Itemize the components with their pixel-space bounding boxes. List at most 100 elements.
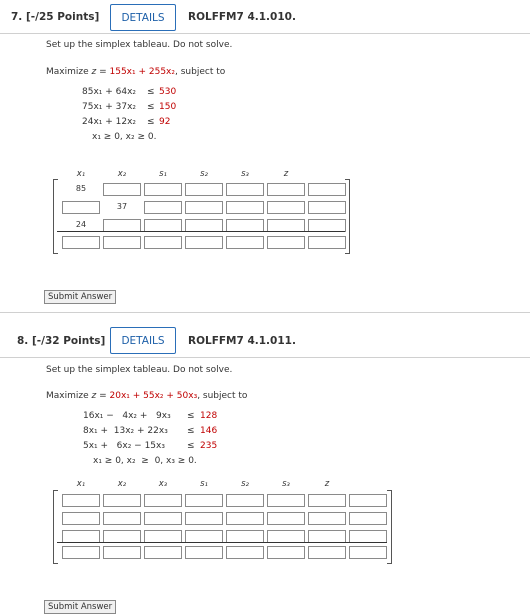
tableau-input[interactable] — [185, 512, 223, 525]
constraint-row: 5x₁ + 6x₂ − 15x₃ ≤235 — [83, 441, 283, 451]
tableau-input[interactable] — [62, 236, 100, 249]
tableau-input[interactable] — [144, 236, 182, 249]
matrix-bracket-left — [53, 179, 58, 254]
tableau-input[interactable] — [62, 512, 100, 525]
tableau-input[interactable] — [185, 546, 223, 559]
tableau-input[interactable] — [144, 512, 182, 525]
tableau-input[interactable] — [308, 494, 346, 507]
constraint-op: ≤ — [187, 426, 195, 436]
constraint-row: 24x₁ + 12x₂ ≤92 — [82, 117, 282, 127]
tableau-input[interactable] — [226, 494, 264, 507]
objective-line: Maximize z = 155x₁ + 255x₂, subject to — [46, 67, 225, 77]
matrix-bracket-left — [53, 490, 58, 564]
tableau-input[interactable] — [144, 546, 182, 559]
constraint-row: 85x₁ + 64x₂ ≤530 — [82, 87, 282, 97]
column-header: s₁ — [200, 479, 208, 489]
objective-suffix: , subject to — [197, 391, 248, 401]
column-header: s₃ — [241, 169, 249, 179]
tableau-input[interactable] — [267, 512, 305, 525]
tableau-input[interactable] — [103, 183, 141, 196]
tableau-input[interactable] — [185, 183, 223, 196]
tableau-input[interactable] — [185, 201, 223, 214]
tableau-input[interactable] — [267, 546, 305, 559]
tableau-input[interactable] — [144, 201, 182, 214]
constraint-row: 75x₁ + 37x₂ ≤150 — [82, 102, 282, 112]
tableau-input[interactable] — [144, 183, 182, 196]
submit-answer-button[interactable]: Submit Answer — [44, 290, 117, 304]
tableau-input[interactable] — [62, 546, 100, 559]
constraint-op: ≤ — [187, 441, 195, 451]
constraint-rhs: 146 — [200, 426, 218, 436]
constraint-rhs: 235 — [200, 441, 218, 451]
tableau-given-value: 24 — [75, 220, 87, 229]
objective-row-divider — [57, 542, 387, 543]
divider — [0, 357, 530, 358]
tableau-input[interactable] — [308, 546, 346, 559]
tableau-input[interactable] — [226, 512, 264, 525]
tableau-input[interactable] — [267, 236, 305, 249]
details-button[interactable]: DETAILS — [110, 327, 176, 354]
constraint-row: 16x₁ − 4x₂ + 9x₃ ≤128 — [83, 411, 283, 421]
tableau-input[interactable] — [226, 183, 264, 196]
objective-line: Maximize z = 20x₁ + 55x₂ + 50x₃, subject… — [46, 391, 247, 401]
constraint-lhs: 75x₁ + 37x₂ — [82, 102, 137, 112]
tableau-input[interactable] — [103, 546, 141, 559]
instruction-text: Set up the simplex tableau. Do not solve… — [46, 40, 233, 50]
tableau-input[interactable] — [267, 183, 305, 196]
objective-suffix: , subject to — [175, 67, 226, 77]
objective-eq: = — [96, 67, 110, 77]
question-number: 8. [-/32 Points] — [17, 335, 106, 347]
constraint-lhs: x₁ ≥ 0, x₂ ≥ 0, x₃ ≥ 0. — [93, 456, 197, 466]
tableau-input[interactable] — [308, 236, 346, 249]
tableau-input[interactable] — [185, 494, 223, 507]
tableau-input[interactable] — [185, 236, 223, 249]
tableau-input[interactable] — [267, 201, 305, 214]
divider — [0, 33, 530, 34]
constraint-lhs: x₁ ≥ 0, x₂ ≥ 0. — [92, 132, 157, 142]
tableau-input[interactable] — [308, 512, 346, 525]
objective-prefix: Maximize — [46, 391, 92, 401]
instruction-text: Set up the simplex tableau. Do not solve… — [46, 365, 233, 375]
details-button[interactable]: DETAILS — [110, 4, 176, 31]
objective-expr: 155x₁ + 255x₂ — [109, 67, 176, 77]
tableau-input[interactable] — [226, 201, 264, 214]
constraint-row: x₁ ≥ 0, x₂ ≥ 0. — [82, 132, 282, 142]
column-header: s₃ — [282, 479, 290, 489]
constraint-rhs: 128 — [200, 411, 218, 421]
tableau-input[interactable] — [144, 494, 182, 507]
constraint-lhs: 5x₁ + 6x₂ − 15x₃ — [83, 441, 165, 451]
constraint-lhs: 24x₁ + 12x₂ — [82, 117, 137, 127]
column-header: x₁ — [76, 169, 86, 179]
tableau-input[interactable] — [349, 512, 387, 525]
tableau-input[interactable] — [226, 236, 264, 249]
question-number: 7. [-/25 Points] — [11, 11, 100, 23]
constraint-op: ≤ — [147, 87, 155, 97]
problem-code: ROLFFM7 4.1.011. — [188, 335, 296, 347]
tableau-input[interactable] — [62, 494, 100, 507]
tableau-input[interactable] — [103, 494, 141, 507]
tableau-input[interactable] — [103, 236, 141, 249]
tableau-input[interactable] — [267, 494, 305, 507]
constraint-rhs: 92 — [159, 117, 171, 127]
tableau-given-value: 37 — [116, 202, 128, 211]
objective-row-divider — [57, 231, 345, 232]
tableau-input[interactable] — [103, 512, 141, 525]
column-header: x₃ — [158, 479, 168, 489]
tableau-input[interactable] — [308, 201, 346, 214]
constraint-lhs: 8x₁ + 13x₂ + 22x₃ — [83, 426, 168, 436]
tableau-input[interactable] — [308, 183, 346, 196]
tableau-input[interactable] — [62, 201, 100, 214]
question-divider — [0, 312, 530, 313]
column-header: s₁ — [159, 169, 167, 179]
constraint-op: ≤ — [147, 102, 155, 112]
objective-eq: = — [96, 391, 110, 401]
tableau-input[interactable] — [349, 546, 387, 559]
tableau-input[interactable] — [349, 494, 387, 507]
constraint-op: ≤ — [147, 117, 155, 127]
constraint-op: ≤ — [187, 411, 195, 421]
constraint-row: 8x₁ + 13x₂ + 22x₃ ≤146 — [83, 426, 283, 436]
problem-code: ROLFFM7 4.1.010. — [188, 11, 296, 23]
column-header: x₁ — [76, 479, 86, 489]
matrix-bracket-right — [387, 490, 392, 564]
tableau-input[interactable] — [226, 546, 264, 559]
